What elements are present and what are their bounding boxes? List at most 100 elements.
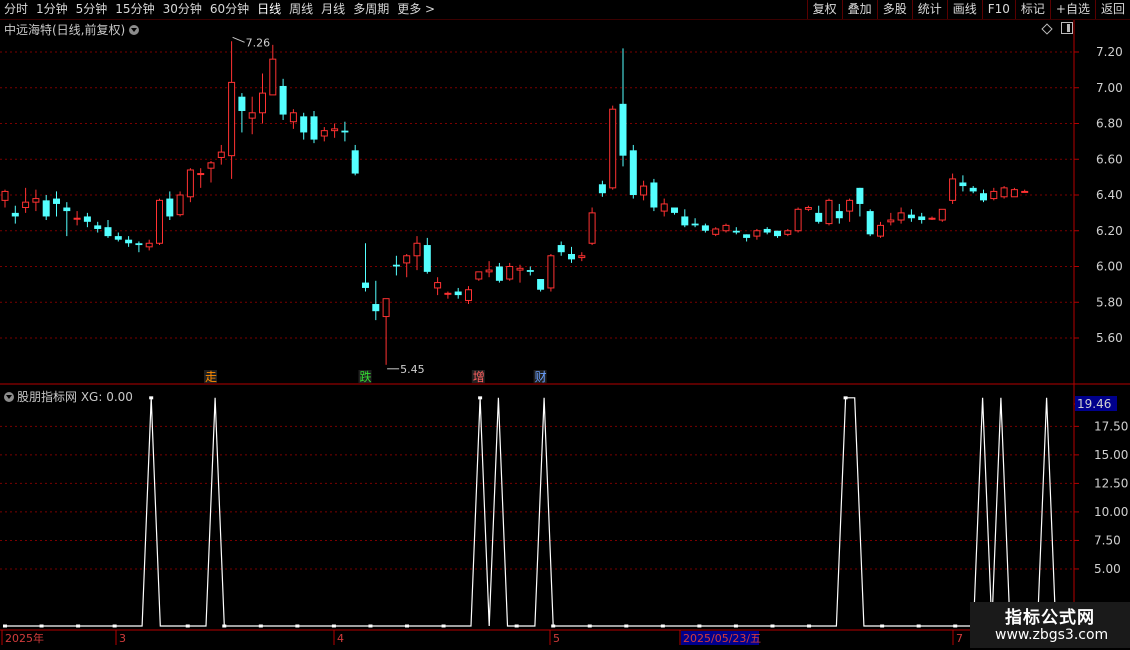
xg-point xyxy=(258,624,263,628)
candle-body xyxy=(94,225,102,229)
candle-body xyxy=(341,130,349,133)
indicator-tick-label: 17.50 xyxy=(1094,419,1128,433)
candle-body xyxy=(156,199,163,244)
xg-point xyxy=(807,624,812,628)
candle-body xyxy=(671,207,678,213)
candle-body xyxy=(1,190,9,201)
indicator-dropdown-icon[interactable] xyxy=(4,392,14,402)
candle-body xyxy=(83,216,91,222)
xg-point xyxy=(222,624,227,628)
xg-point xyxy=(733,624,738,628)
candle-body xyxy=(1010,189,1018,198)
candle-body xyxy=(1000,187,1008,198)
candle-body xyxy=(887,219,895,223)
xg-point xyxy=(880,624,885,628)
price-tick-label: 6.00 xyxy=(1096,260,1123,274)
candle-body xyxy=(897,212,905,221)
candle-body xyxy=(526,270,534,272)
candle-body xyxy=(712,228,720,235)
candle-body xyxy=(629,150,637,195)
date-label: 3 xyxy=(119,632,126,645)
candle-body xyxy=(166,198,174,217)
kline-chart[interactable]: 7.20 7.00 6.80 6.60 6.40 6.20 6.00 5.80 5.60 7.26… xyxy=(0,0,1130,650)
indicator-title[interactable]: 股朋指标网 XG: 0.00 xyxy=(4,388,133,405)
candle-body xyxy=(516,267,524,271)
watermark-line1: 指标公式网 xyxy=(1005,608,1095,628)
watermark-line2: www.zbgs3.com xyxy=(995,627,1109,643)
candle-body xyxy=(660,203,668,212)
candle-body xyxy=(228,81,236,157)
date-label: 2025/05/23/五 xyxy=(683,632,761,645)
candle-body xyxy=(568,253,575,260)
candle-body xyxy=(619,103,627,156)
xg-point xyxy=(185,624,190,628)
xg-point xyxy=(441,624,446,628)
candle-body xyxy=(588,212,596,244)
candle-body xyxy=(825,199,833,225)
candle-body xyxy=(465,289,472,301)
candle-body xyxy=(938,208,946,221)
candle-body xyxy=(444,292,452,295)
price-tick-label: 5.60 xyxy=(1096,331,1123,345)
price-tick-label: 6.80 xyxy=(1096,117,1123,131)
candle-body xyxy=(609,108,617,189)
price-tick-label: 7.20 xyxy=(1096,45,1123,59)
xg-point xyxy=(624,624,629,628)
xg-point xyxy=(331,624,336,628)
candle-body xyxy=(125,239,133,244)
candle-body xyxy=(197,173,205,176)
candle-body xyxy=(269,58,277,96)
candle-body xyxy=(753,230,761,237)
high-label: 7.26 xyxy=(246,36,271,49)
candle-body xyxy=(176,194,184,216)
candle-body xyxy=(701,225,709,231)
candle-body xyxy=(506,266,514,280)
candle-body xyxy=(804,207,812,210)
candle-body xyxy=(207,162,215,169)
candle-body xyxy=(743,234,751,238)
event-marker: 跌 xyxy=(360,369,372,384)
candle-body xyxy=(990,190,998,200)
candle-body xyxy=(289,112,297,123)
candle-body xyxy=(774,230,781,237)
indicator-tick-label: 7.50 xyxy=(1094,533,1121,547)
candle-body xyxy=(238,96,246,111)
candle-body xyxy=(475,271,483,280)
candle-body xyxy=(784,230,792,235)
candle-body xyxy=(732,230,740,233)
candle-body xyxy=(145,242,153,248)
candle-body xyxy=(928,217,936,220)
candle-body xyxy=(362,282,369,288)
xg-point xyxy=(660,624,665,628)
candle-body xyxy=(691,223,699,226)
xg-point xyxy=(295,624,300,628)
candle-body xyxy=(135,243,143,246)
indicator-tick-label: 5.00 xyxy=(1094,562,1121,576)
candle-body xyxy=(423,245,431,272)
xg-point xyxy=(514,624,519,628)
candle-body xyxy=(815,212,823,222)
candle-body xyxy=(413,242,421,257)
candle-body xyxy=(186,169,194,198)
candle-body xyxy=(485,269,493,273)
candle-body xyxy=(63,207,71,212)
candle-body xyxy=(331,128,339,132)
low-label: 5.45 xyxy=(400,363,425,376)
candle-body xyxy=(763,228,771,233)
candle-body xyxy=(794,208,802,232)
xg-point xyxy=(368,624,373,628)
candle-body xyxy=(969,187,977,192)
price-tick-label: 6.40 xyxy=(1096,188,1123,202)
candle-body xyxy=(310,116,318,140)
xg-point xyxy=(149,396,154,400)
xg-point xyxy=(405,624,410,628)
xg-point xyxy=(916,624,921,628)
xg-point xyxy=(770,624,775,628)
candle-body xyxy=(114,236,122,240)
candle-body xyxy=(1021,190,1029,193)
candle-body xyxy=(104,227,112,237)
candle-body xyxy=(980,193,987,201)
candle-body xyxy=(578,255,586,259)
price-tick-label: 7.00 xyxy=(1096,81,1123,95)
candle-body xyxy=(372,304,380,312)
